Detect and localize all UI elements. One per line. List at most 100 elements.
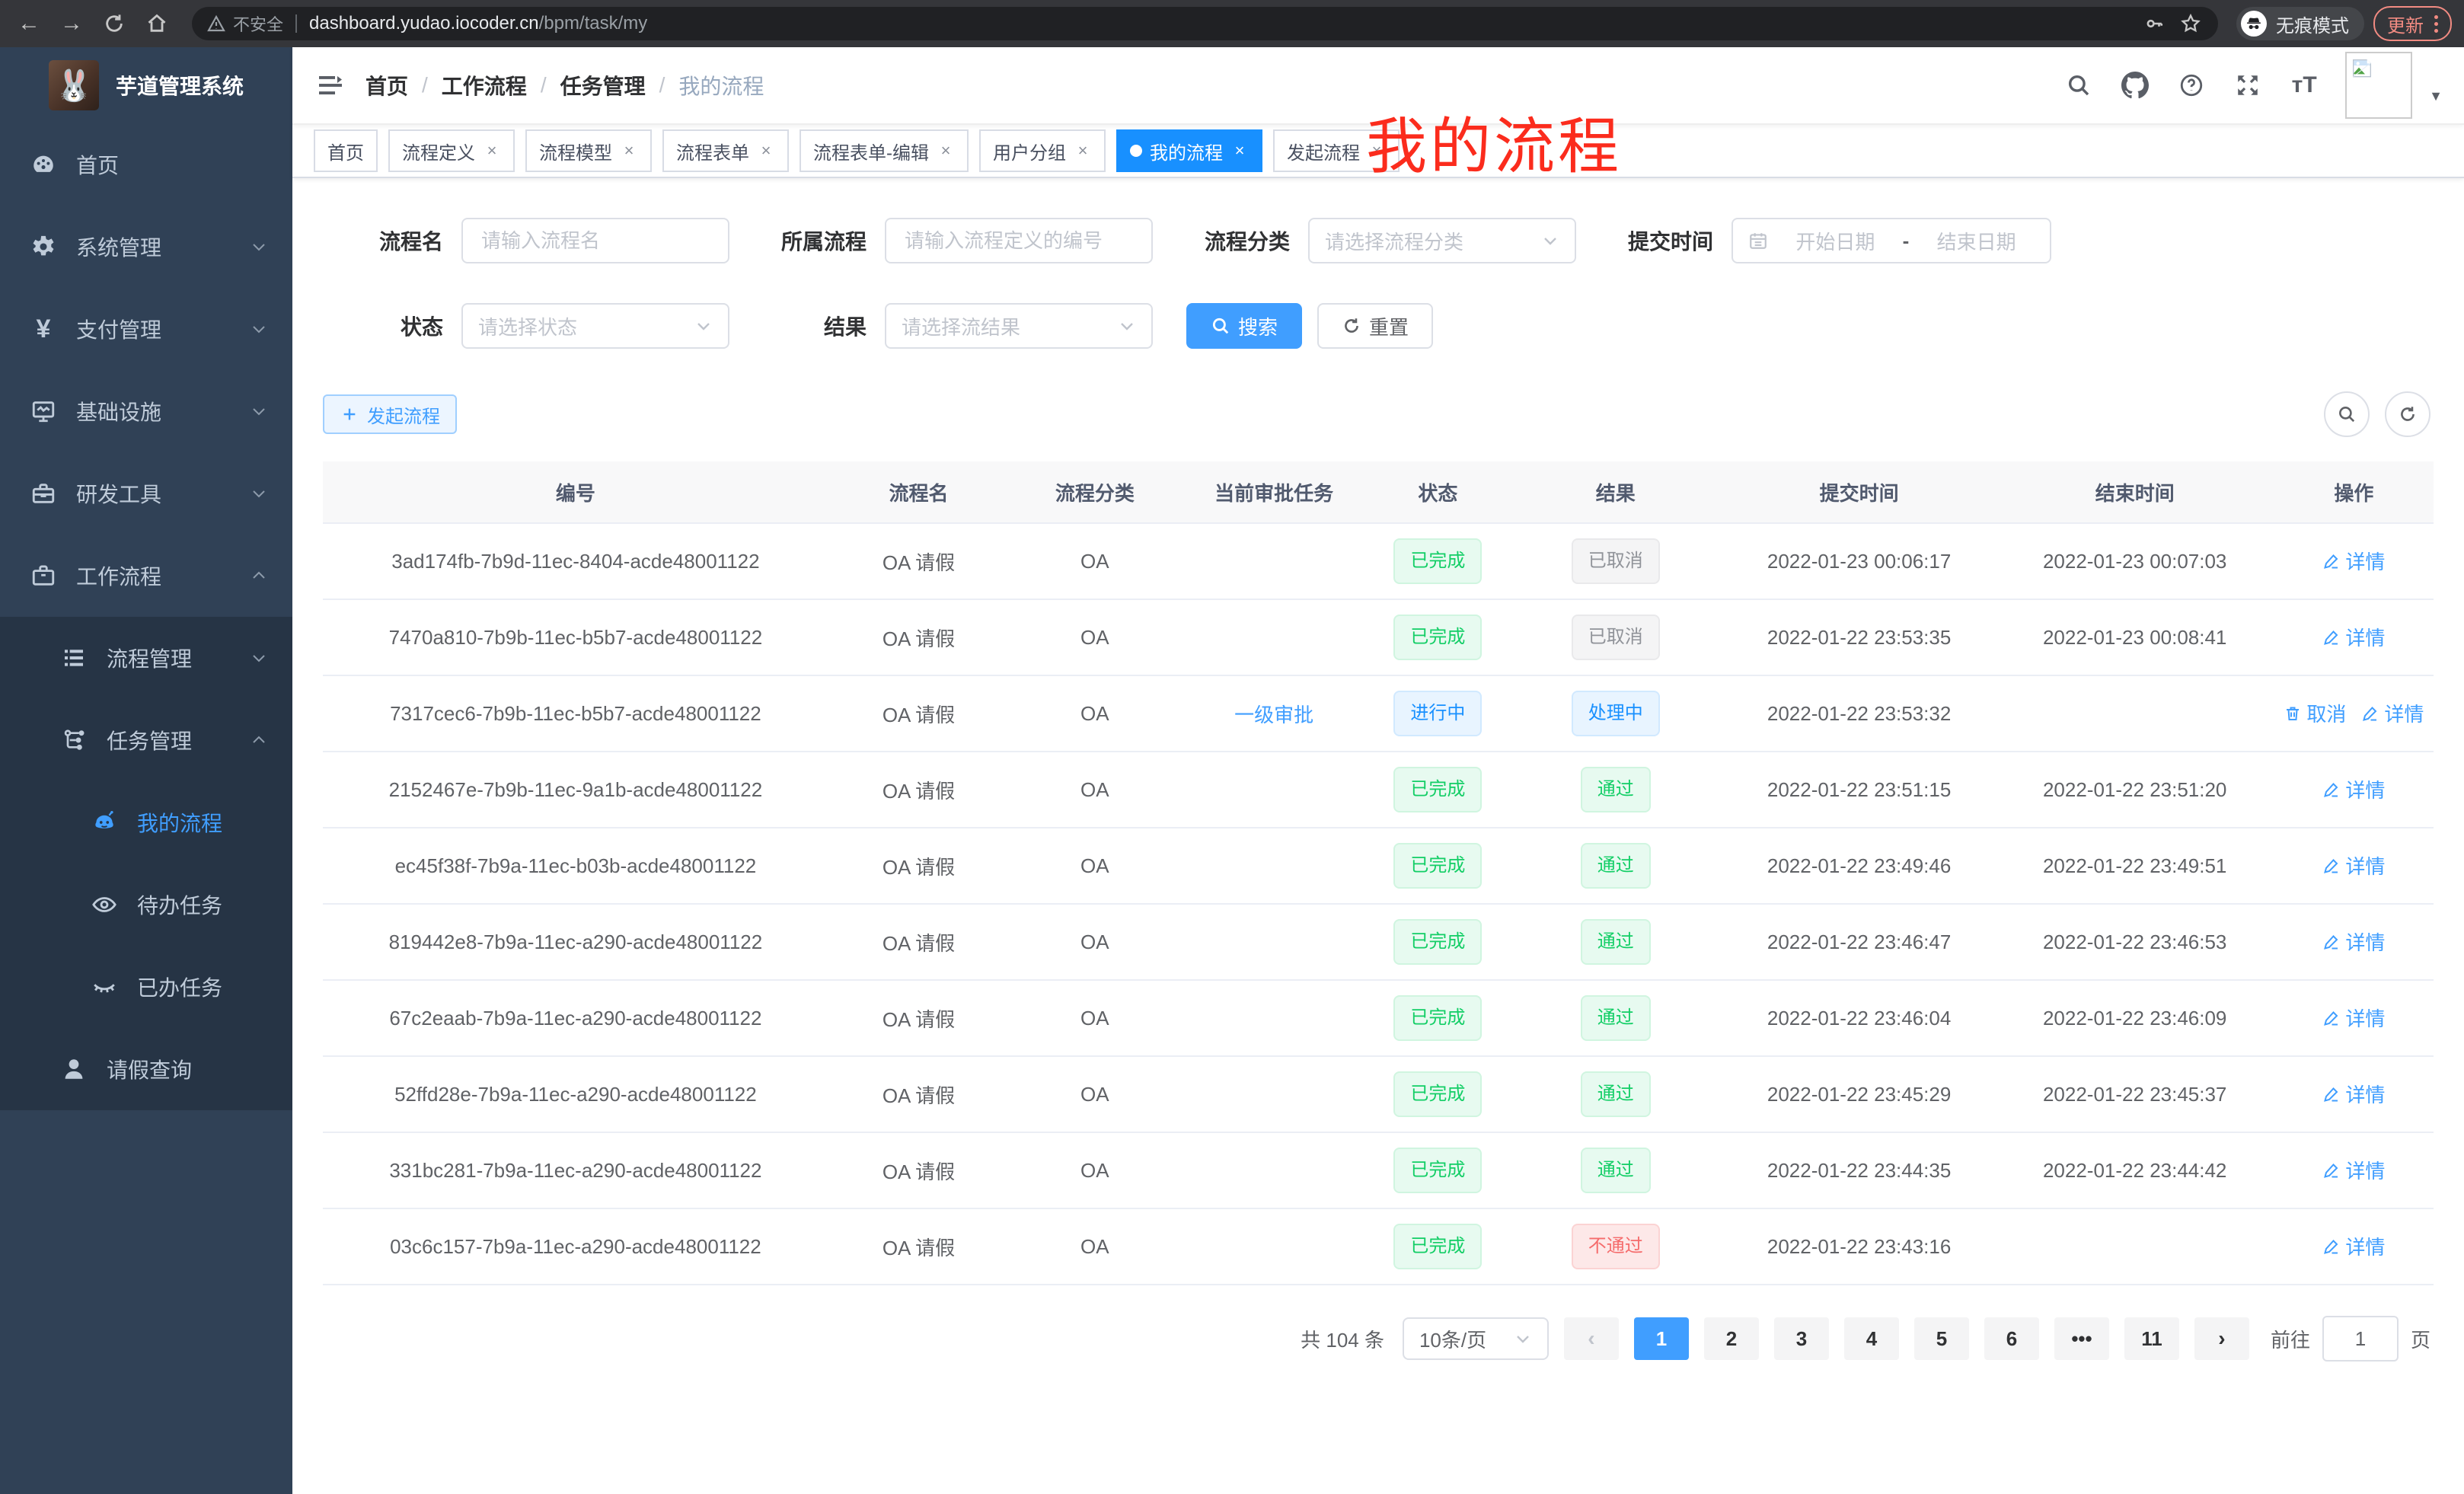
close-icon[interactable]: × <box>937 142 955 160</box>
avatar[interactable] <box>2345 52 2412 119</box>
cell-task <box>1180 523 1367 599</box>
next-page-button[interactable]: › <box>2194 1317 2249 1360</box>
page-size-select[interactable]: 10条/页 <box>1403 1317 1549 1360</box>
fullscreen-icon[interactable] <box>2233 70 2263 101</box>
breadcrumb-separator: / <box>541 73 547 97</box>
sidebar-item-5[interactable]: 工作流程 <box>0 535 292 617</box>
cell-status: 已完成 <box>1368 523 1508 599</box>
tab-0[interactable]: 首页 <box>314 129 378 172</box>
address-bar[interactable]: 不安全 dashboard.yudao.iocoder.cn/bpm/task/… <box>192 7 2218 40</box>
tab-7[interactable]: 发起流程× <box>1273 129 1400 172</box>
tab-1[interactable]: 流程定义× <box>388 129 515 172</box>
close-icon[interactable]: × <box>1230 142 1249 160</box>
detail-link[interactable]: 详情 <box>2361 699 2424 727</box>
app-logo[interactable]: 🐰 芋道管理系统 <box>0 47 292 123</box>
close-icon[interactable]: × <box>757 142 775 160</box>
sidebar-item-8[interactable]: 我的流程 <box>0 781 292 864</box>
breadcrumb-item-0[interactable]: 首页 <box>365 70 408 101</box>
close-icon[interactable]: × <box>620 142 638 160</box>
tab-4[interactable]: 流程表单-编辑× <box>800 129 969 172</box>
page-button-5[interactable]: 5 <box>1914 1317 1969 1360</box>
status-badge: 进行中 <box>1393 691 1482 736</box>
sidebar-item-7[interactable]: 任务管理 <box>0 699 292 781</box>
detail-link[interactable]: 详情 <box>2322 851 2385 879</box>
sidebar-item-3[interactable]: 基础设施 <box>0 370 292 452</box>
table-row: 7470a810-7b9b-11ec-b5b7-acde48001122 OA … <box>323 599 2434 675</box>
cell-task <box>1180 1208 1367 1285</box>
cell-result: 不通过 <box>1508 1208 1723 1285</box>
sidebar-item-4[interactable]: 研发工具 <box>0 452 292 535</box>
search-icon[interactable] <box>2063 70 2094 101</box>
process-name-input[interactable] <box>478 228 713 254</box>
detail-link[interactable]: 详情 <box>2322 547 2385 575</box>
page-button-4[interactable]: 4 <box>1844 1317 1899 1360</box>
sidebar-item-2[interactable]: ¥ 支付管理 <box>0 288 292 370</box>
user-icon <box>61 1056 87 1082</box>
tab-6[interactable]: 我的流程× <box>1116 129 1262 172</box>
process-table: 编号流程名流程分类当前审批任务状态结果提交时间结束时间操作 3ad174fb-7… <box>323 461 2434 1285</box>
breadcrumb-item-1[interactable]: 工作流程 <box>442 70 527 101</box>
github-icon[interactable] <box>2120 70 2150 101</box>
chevron-up-icon <box>250 567 268 585</box>
sidebar-item-9[interactable]: 待办任务 <box>0 864 292 946</box>
prev-page-button[interactable]: ‹ <box>1564 1317 1619 1360</box>
search-button[interactable]: 搜索 <box>1186 303 1302 349</box>
detail-link[interactable]: 详情 <box>2322 927 2385 956</box>
table-row: 52ffd28e-7b9a-11ec-a290-acde48001122 OA … <box>323 1056 2434 1132</box>
status-select[interactable]: 请选择状态 <box>461 303 729 349</box>
page-button-1[interactable]: 1 <box>1634 1317 1689 1360</box>
key-icon[interactable] <box>2142 11 2166 36</box>
page-button-6[interactable]: 6 <box>1984 1317 2039 1360</box>
page-button-3[interactable]: 3 <box>1774 1317 1829 1360</box>
sidebar-item-1[interactable]: 系统管理 <box>0 206 292 288</box>
detail-link[interactable]: 详情 <box>2322 1080 2385 1108</box>
task-link[interactable]: 一级审批 <box>1234 700 1313 728</box>
cell-task <box>1180 752 1367 828</box>
star-icon[interactable] <box>2178 11 2203 36</box>
tab-2[interactable]: 流程模型× <box>525 129 652 172</box>
browser-menu-icon[interactable] <box>2434 15 2438 33</box>
forward-arrow-icon[interactable]: → <box>55 7 88 40</box>
cell-id: 7470a810-7b9b-11ec-b5b7-acde48001122 <box>323 599 828 675</box>
create-process-button[interactable]: 发起流程 <box>323 394 457 434</box>
close-icon[interactable]: × <box>1074 142 1092 160</box>
back-arrow-icon[interactable]: ← <box>12 7 46 40</box>
help-icon[interactable] <box>2176 70 2207 101</box>
page-button-2[interactable]: 2 <box>1704 1317 1759 1360</box>
detail-link[interactable]: 详情 <box>2322 623 2385 651</box>
fontsize-icon[interactable]: тT <box>2289 70 2319 101</box>
close-icon[interactable]: × <box>483 142 501 160</box>
result-select[interactable]: 请选择流结果 <box>885 303 1153 349</box>
process-def-input[interactable] <box>902 228 1136 254</box>
cell-task <box>1180 980 1367 1056</box>
breadcrumb-item-2[interactable]: 任务管理 <box>560 70 646 101</box>
cell-id: 2152467e-7b9b-11ec-9a1b-acde48001122 <box>323 752 828 828</box>
security-warning[interactable]: 不安全 <box>207 11 283 36</box>
close-icon[interactable]: × <box>1368 142 1386 160</box>
reset-button[interactable]: 重置 <box>1317 303 1433 349</box>
hamburger-icon[interactable] <box>317 72 344 99</box>
detail-link[interactable]: 详情 <box>2322 1004 2385 1032</box>
submit-time-range[interactable]: 开始日期 - 结束日期 <box>1732 218 2051 263</box>
sidebar-item-11[interactable]: 请假查询 <box>0 1028 292 1110</box>
sidebar-item-6[interactable]: 流程管理 <box>0 617 292 699</box>
more-pages-icon[interactable]: ••• <box>2054 1317 2109 1360</box>
home-icon[interactable] <box>140 7 174 40</box>
gear-icon <box>30 234 56 260</box>
goto-page-input[interactable] <box>2322 1316 2399 1362</box>
tab-5[interactable]: 用户分组× <box>979 129 1106 172</box>
cancel-link[interactable]: 取消 <box>2284 699 2346 727</box>
detail-link[interactable]: 详情 <box>2322 1232 2385 1260</box>
detail-link[interactable]: 详情 <box>2322 775 2385 803</box>
caret-down-icon[interactable]: ▼ <box>2429 88 2443 104</box>
tab-3[interactable]: 流程表单× <box>662 129 789 172</box>
detail-link[interactable]: 详情 <box>2322 1156 2385 1184</box>
category-select[interactable]: 请选择流程分类 <box>1308 218 1576 263</box>
reload-icon[interactable] <box>97 7 131 40</box>
page-button-11[interactable]: 11 <box>2124 1317 2179 1360</box>
table-search-icon[interactable] <box>2324 391 2370 437</box>
table-refresh-icon[interactable] <box>2385 391 2430 437</box>
browser-update-button[interactable]: 更新 <box>2373 6 2452 41</box>
sidebar-item-0[interactable]: 首页 <box>0 123 292 206</box>
sidebar-item-10[interactable]: 已办任务 <box>0 946 292 1028</box>
